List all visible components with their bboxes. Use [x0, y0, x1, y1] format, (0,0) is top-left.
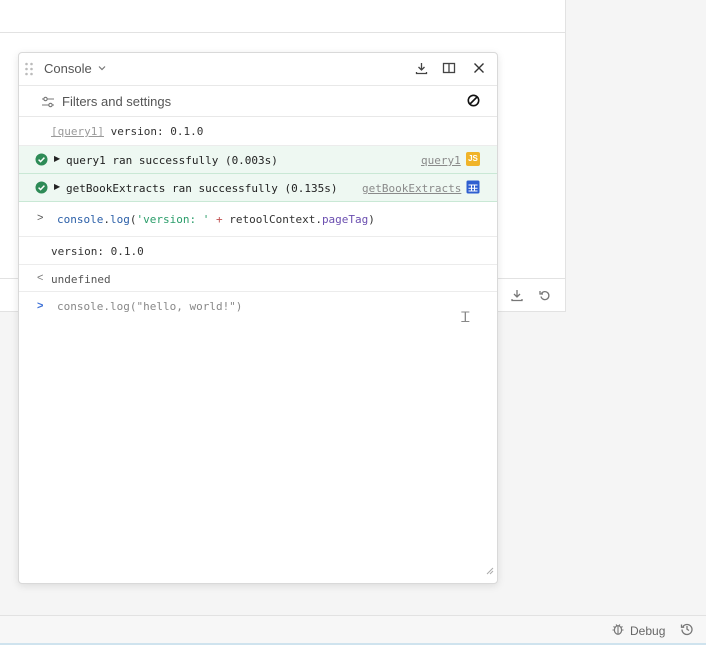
canvas-topbar	[0, 0, 565, 33]
debug-label: Debug	[630, 623, 666, 638]
console-title-dropdown[interactable]: Console	[44, 61, 107, 76]
console-panel: Console Filters and settings [query1] ve…	[18, 52, 498, 584]
filters-and-settings-button[interactable]: Filters and settings	[19, 86, 497, 117]
log-row-success[interactable]: ▶ getBookExtracts ran successfully (0.13…	[19, 174, 497, 202]
console-input-field[interactable]: console.log("hello, world!")	[57, 300, 242, 313]
resize-handle-icon[interactable]	[485, 562, 494, 580]
console-output: version: 0.1.0	[19, 237, 497, 265]
expand-triangle-icon[interactable]: ▶	[54, 154, 60, 163]
console-header: Console	[19, 53, 497, 86]
close-icon[interactable]	[472, 61, 486, 80]
js-query-icon: JS	[466, 152, 480, 166]
download-icon[interactable]	[510, 288, 524, 307]
input-prompt-icon: >	[37, 212, 44, 224]
log-message: query1 ran successfully (0.003s)	[66, 154, 278, 167]
bug-icon	[611, 622, 625, 639]
return-text: undefined	[51, 273, 111, 286]
download-logs-icon[interactable]	[415, 61, 428, 80]
input-prompt-icon: >	[37, 300, 44, 312]
console-input[interactable]: > console.log("hello, world!") Ꮖ	[19, 292, 497, 325]
debug-button[interactable]: Debug	[611, 622, 665, 639]
console-title: Console	[44, 61, 92, 76]
query-source-link[interactable]: query1	[421, 154, 461, 167]
text-cursor-icon: Ꮖ	[461, 309, 471, 325]
history-icon[interactable]	[680, 622, 694, 641]
clear-console-icon[interactable]	[467, 94, 480, 112]
input-code: console.log('version: ' + retoolContext.…	[57, 213, 375, 226]
chevron-down-icon	[97, 61, 107, 76]
log-message: version: 0.1.0	[110, 125, 204, 138]
return-arrow-icon: <	[37, 272, 44, 284]
sliders-icon	[41, 95, 55, 113]
success-check-icon	[35, 153, 48, 171]
table-icon	[466, 180, 480, 199]
filters-label: Filters and settings	[62, 94, 172, 109]
reset-icon[interactable]	[538, 288, 552, 307]
log-row-success[interactable]: ▶ query1 ran successfully (0.003s) query…	[19, 146, 497, 174]
expand-triangle-icon[interactable]: ▶	[54, 182, 60, 191]
console-return-value: < undefined	[19, 265, 497, 292]
success-check-icon	[35, 181, 48, 199]
console-input-echo: > console.log('version: ' + retoolContex…	[19, 202, 497, 237]
log-message: getBookExtracts ran successfully (0.135s…	[66, 182, 338, 195]
query-source-link[interactable]: [query1]	[51, 125, 104, 138]
dock-panel-icon[interactable]	[442, 61, 456, 80]
output-text: version: 0.1.0	[51, 245, 144, 258]
status-bar: Debug	[0, 615, 706, 645]
drag-handle-icon[interactable]	[24, 62, 34, 81]
query-source-link[interactable]: getBookExtracts	[362, 182, 461, 195]
log-row: [query1] version: 0.1.0	[19, 117, 497, 146]
